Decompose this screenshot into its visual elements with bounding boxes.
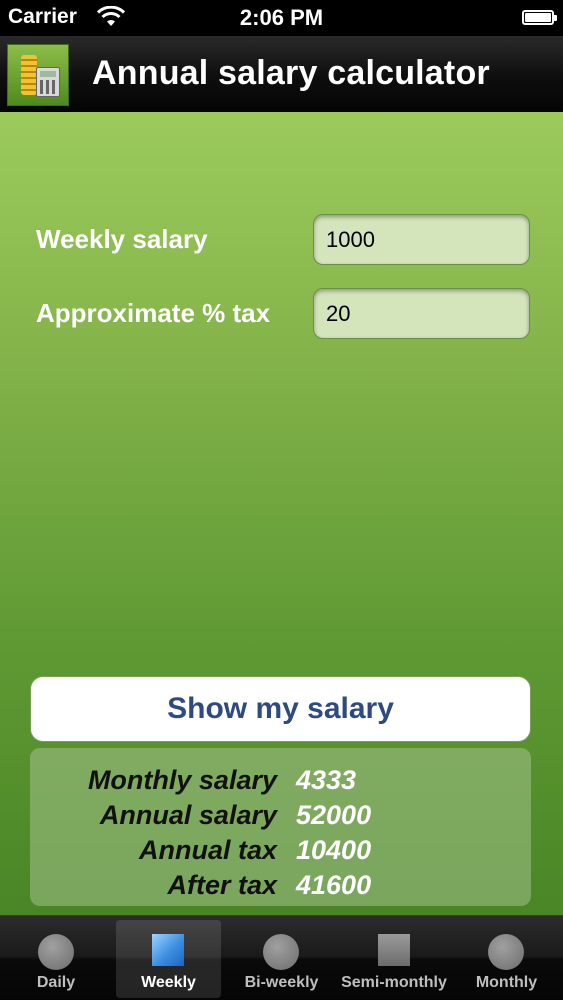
result-label: Monthly salary <box>87 765 277 795</box>
clock: 2:06 PM <box>239 5 324 30</box>
result-row-after-tax: After tax 41600 <box>30 870 531 905</box>
tab-label: Bi-weekly <box>244 974 319 991</box>
result-row-annual-salary: Annual salary 52000 <box>30 800 531 835</box>
show-salary-button[interactable]: Show my salary <box>30 676 531 742</box>
circle-icon <box>38 934 74 970</box>
weekly-salary-label: Weekly salary <box>36 224 208 254</box>
result-row-annual-tax: Annual tax 10400 <box>30 835 531 870</box>
page-title: Annual salary calculator <box>92 54 490 92</box>
tab-daily[interactable]: Daily <box>0 920 112 998</box>
tab-label: Monthly <box>475 974 538 991</box>
result-row-monthly-salary: Monthly salary 4333 <box>30 765 531 800</box>
circle-icon <box>488 934 524 970</box>
results-panel: Monthly salary 4333 Annual salary 52000 … <box>30 748 531 906</box>
result-label: Annual salary <box>99 800 277 830</box>
tax-percent-input[interactable] <box>313 288 530 339</box>
tab-weekly[interactable]: Weekly <box>116 920 221 998</box>
circle-icon <box>263 934 299 970</box>
square-icon <box>378 934 410 966</box>
tab-semi-monthly[interactable]: Semi-monthly <box>338 920 450 998</box>
tab-bar: Daily Weekly Bi-weekly Semi-monthly Mont… <box>0 915 563 1000</box>
square-icon <box>152 934 184 966</box>
battery-icon <box>522 10 557 25</box>
tab-monthly[interactable]: Monthly <box>450 920 563 998</box>
status-bar: Carrier 2:06 PM <box>0 0 563 36</box>
weekly-salary-input[interactable] <box>313 214 530 265</box>
result-label: After tax <box>167 870 277 900</box>
tab-label: Daily <box>36 974 76 991</box>
result-value: 4333 <box>296 765 357 795</box>
result-value: 52000 <box>296 800 372 830</box>
tab-bi-weekly[interactable]: Bi-weekly <box>225 920 338 998</box>
tax-percent-label: Approximate % tax <box>36 298 271 328</box>
result-label: Annual tax <box>138 835 277 865</box>
main-content: Weekly salary Approximate % tax Show my … <box>0 112 563 915</box>
salary-calculator-icon <box>7 44 69 106</box>
result-value: 41600 <box>296 870 372 900</box>
tab-label: Weekly <box>141 974 196 991</box>
navigation-header: Annual salary calculator <box>0 36 563 112</box>
result-value: 10400 <box>296 835 372 865</box>
tab-label: Semi-monthly <box>341 974 447 991</box>
